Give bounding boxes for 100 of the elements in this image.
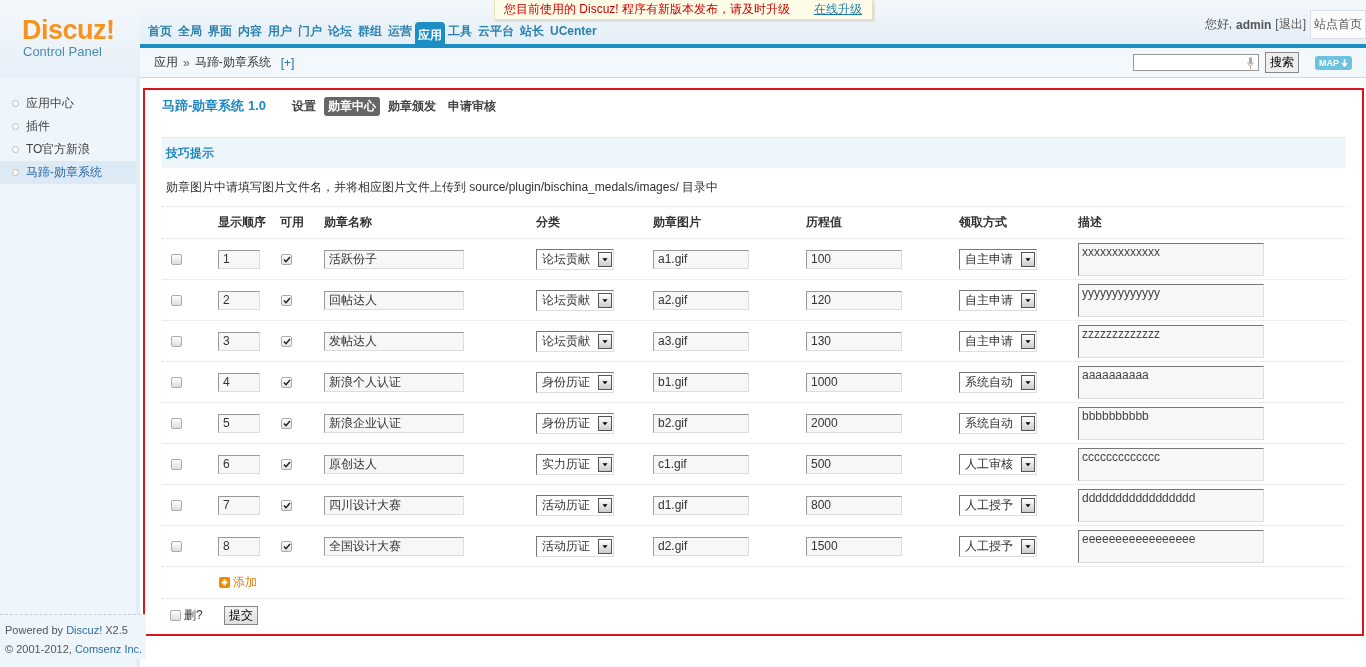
enabled-checkbox[interactable] [281, 417, 292, 429]
select-field[interactable]: 自主申请 [959, 248, 1037, 270]
nav-tab[interactable]: 云平台 [475, 22, 517, 44]
enabled-checkbox[interactable] [281, 376, 292, 388]
row-checkbox[interactable] [171, 499, 182, 511]
description-field[interactable]: aaaaaaaaaa [1078, 365, 1264, 399]
image-field[interactable]: c1.gif [653, 454, 749, 474]
add-shortcut-link[interactable]: [+] [280, 55, 295, 70]
value-field[interactable]: 500 [806, 454, 902, 474]
name-field[interactable]: 活跃份子 [324, 249, 464, 269]
enabled-checkbox[interactable] [281, 253, 292, 265]
row-checkbox[interactable] [171, 417, 182, 429]
enabled-checkbox[interactable] [281, 294, 292, 306]
value-field[interactable]: 1000 [806, 372, 902, 392]
order-field[interactable]: 3 [218, 331, 260, 351]
select-field[interactable]: 论坛贡献 [536, 330, 614, 352]
order-field[interactable]: 2 [218, 290, 260, 310]
select-field[interactable]: 人工审核 [959, 453, 1037, 475]
description-field[interactable]: zzzzzzzzzzzzz [1078, 324, 1264, 358]
select-field[interactable]: 自主申请 [959, 289, 1037, 311]
select-field[interactable]: 身份历证 [536, 371, 614, 393]
order-field[interactable]: 7 [218, 495, 260, 515]
company-link[interactable]: Comsenz Inc. [74, 643, 143, 655]
value-field[interactable]: 2000 [806, 413, 902, 433]
nav-tab[interactable]: 界面 [205, 22, 235, 44]
select-field[interactable]: 系统自动 [959, 371, 1037, 393]
sidebar-item[interactable]: 插件 [0, 115, 136, 138]
row-checkbox[interactable] [171, 335, 182, 347]
value-field[interactable]: 100 [806, 249, 902, 269]
nav-tab[interactable]: 论坛 [325, 22, 355, 44]
delete-checkbox[interactable] [170, 609, 181, 621]
description-field[interactable]: ccccccccccccc [1078, 447, 1264, 481]
name-field[interactable]: 新浪个人认证 [324, 372, 464, 392]
sidebar-item[interactable]: 应用中心 [0, 92, 136, 115]
value-field[interactable]: 1500 [806, 536, 902, 556]
plugin-tab[interactable]: 勋章中心 [324, 96, 380, 116]
order-field[interactable]: 6 [218, 454, 260, 474]
select-field[interactable]: 活动历证 [536, 535, 614, 557]
row-checkbox[interactable] [171, 294, 182, 306]
order-field[interactable]: 1 [218, 249, 260, 269]
sidebar-item[interactable]: TO官方新浪 [0, 138, 136, 161]
row-checkbox[interactable] [171, 458, 182, 470]
image-field[interactable]: d2.gif [653, 536, 749, 556]
select-field[interactable]: 身份历证 [536, 412, 614, 434]
value-field[interactable]: 800 [806, 495, 902, 515]
nav-tab[interactable]: 工具 [445, 22, 475, 44]
plugin-tab[interactable]: 设置 [288, 96, 320, 116]
select-field[interactable]: 论坛贡献 [536, 248, 614, 270]
select-field[interactable]: 活动历证 [536, 494, 614, 516]
image-field[interactable]: a2.gif [653, 290, 749, 310]
enabled-checkbox[interactable] [281, 499, 292, 511]
nav-tab[interactable]: 内容 [235, 22, 265, 44]
description-field[interactable]: xxxxxxxxxxxxx [1078, 242, 1264, 276]
discuz-link[interactable]: Discuz! [66, 624, 103, 636]
select-field[interactable]: 实力历证 [536, 453, 614, 475]
breadcrumb-link[interactable]: 应用 [154, 54, 178, 71]
select-field[interactable]: 论坛贡献 [536, 289, 614, 311]
name-field[interactable]: 原创达人 [324, 454, 464, 474]
logout-link[interactable]: [退出] [1275, 16, 1306, 33]
description-field[interactable]: eeeeeeeeeeeeeeeee [1078, 529, 1264, 563]
nav-tab[interactable]: 全局 [175, 22, 205, 44]
image-field[interactable]: b1.gif [653, 372, 749, 392]
nav-tab[interactable]: 应用 [415, 22, 445, 44]
select-field[interactable]: 系统自动 [959, 412, 1037, 434]
plugin-tab[interactable]: 勋章颁发 [384, 96, 440, 116]
plugin-tab[interactable]: 申请审核 [444, 96, 500, 116]
site-home-button[interactable]: 站点首页 [1310, 10, 1366, 39]
sidebar-item[interactable]: 马蹄-勋章系统 [0, 161, 136, 184]
image-field[interactable]: a1.gif [653, 249, 749, 269]
name-field[interactable]: 回帖达人 [324, 290, 464, 310]
row-checkbox[interactable] [171, 540, 182, 552]
nav-tab[interactable]: 站长 [517, 22, 547, 44]
upgrade-link[interactable]: 在线升级 [814, 2, 862, 17]
description-field[interactable]: yyyyyyyyyyyyy [1078, 283, 1264, 317]
name-field[interactable]: 四川设计大赛 [324, 495, 464, 515]
nav-tab[interactable]: 门户 [295, 22, 325, 44]
select-field[interactable]: 人工授予 [959, 535, 1037, 557]
nav-tab[interactable]: 运营 [385, 22, 415, 44]
order-field[interactable]: 5 [218, 413, 260, 433]
image-field[interactable]: a3.gif [653, 331, 749, 351]
nav-tab[interactable]: 首页 [145, 22, 175, 44]
description-field[interactable]: bbbbbbbbbb [1078, 406, 1264, 440]
enabled-checkbox[interactable] [281, 458, 292, 470]
value-field[interactable]: 130 [806, 331, 902, 351]
row-checkbox[interactable] [171, 376, 182, 388]
search-button[interactable]: 搜索 [1265, 52, 1299, 73]
image-field[interactable]: d1.gif [653, 495, 749, 515]
enabled-checkbox[interactable] [281, 540, 292, 552]
row-checkbox[interactable] [171, 253, 182, 265]
name-field[interactable]: 全国设计大赛 [324, 536, 464, 556]
search-field[interactable] [1133, 54, 1259, 71]
name-field[interactable]: 新浪企业认证 [324, 413, 464, 433]
value-field[interactable]: 120 [806, 290, 902, 310]
select-field[interactable]: 自主申请 [959, 330, 1037, 352]
submit-button[interactable]: 提交 [223, 605, 258, 625]
image-field[interactable]: b2.gif [653, 413, 749, 433]
description-field[interactable]: ddddddddddddddddd [1078, 488, 1264, 522]
select-field[interactable]: 人工授予 [959, 494, 1037, 516]
enabled-checkbox[interactable] [281, 335, 292, 347]
name-field[interactable]: 发帖达人 [324, 331, 464, 351]
